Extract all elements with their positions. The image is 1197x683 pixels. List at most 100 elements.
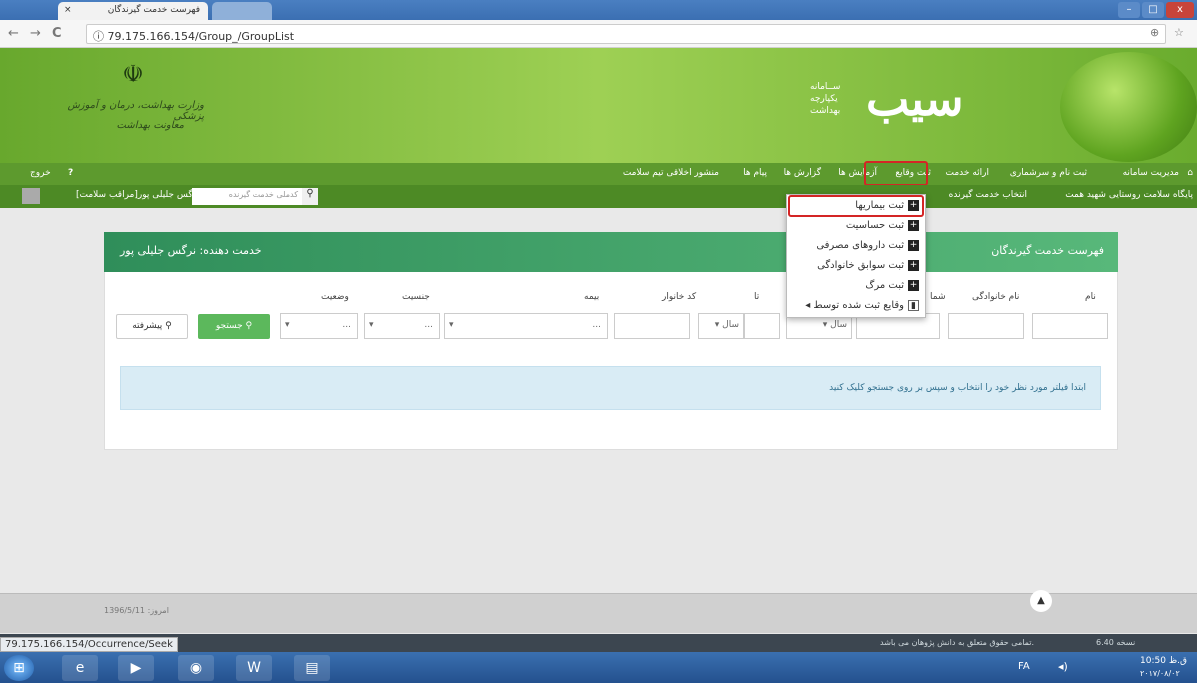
label-name: نام — [1085, 292, 1096, 302]
main-menu: ⌂ مدیریت سامانه ثبت نام و سرشماری ارائه … — [0, 163, 1197, 185]
dropdown-item-medications[interactable]: + ثبت داروهای مصرفی — [816, 237, 919, 255]
info-text: ابتدا فیلتر مورد نظر خود را انتخاب و سپس… — [829, 383, 1086, 393]
advanced-button[interactable]: پیشرفته ⚲ — [116, 314, 188, 339]
events-menu-highlight — [864, 161, 928, 186]
explorer-icon[interactable]: ▤ — [294, 655, 330, 681]
select-client-link[interactable]: انتخاب خدمت گیرنده — [949, 190, 1027, 200]
dropdown-item-death[interactable]: + ثبت مرگ — [865, 277, 919, 295]
browser-titlebar: × فهرست خدمت گیرندگان – □ x — [0, 0, 1197, 20]
bookmark-star-icon[interactable]: ☆ — [1174, 26, 1184, 39]
exit-link[interactable]: خروج — [30, 168, 51, 178]
gender-ellipsis: ... — [424, 320, 433, 330]
plus-icon: + — [908, 259, 919, 271]
ie-icon[interactable]: e — [62, 655, 98, 681]
family-code-input[interactable] — [614, 313, 690, 339]
close-window-button[interactable]: x — [1166, 2, 1194, 18]
advanced-button-label: پیشرفته — [132, 321, 163, 331]
search-placeholder: کدملی خدمت گیرنده — [228, 190, 298, 199]
brand-text: سیب — [866, 72, 964, 126]
forward-button[interactable]: → — [30, 26, 41, 41]
ministry-line1: وزارت بهداشت، درمان و آموزش پزشکی — [67, 100, 204, 122]
provider-select[interactable]: نرگس جلیلی پور[مراقب سلامت] — [76, 190, 200, 200]
dropdown-item-allergy[interactable]: + ثبت حساسیت — [846, 217, 919, 235]
family-input[interactable] — [948, 313, 1024, 339]
label-status: وضعیت — [321, 292, 349, 302]
menu-messages[interactable]: پیام ها — [743, 168, 767, 178]
volume-icon[interactable]: ◂) — [1058, 660, 1068, 673]
search-button-label: جستجو — [215, 321, 243, 331]
year-to-select[interactable]: سال ▾ — [698, 313, 744, 339]
url-text: 79.175.166.154/Group_/GroupList — [107, 30, 295, 43]
name-input[interactable] — [1032, 313, 1108, 339]
zoom-icon[interactable]: ⊕ — [1150, 26, 1159, 39]
maximize-button[interactable]: □ — [1142, 2, 1164, 18]
dropdown-label: ثبت حساسیت — [845, 220, 904, 231]
dropdown-label: ثبت سوابق خانوادگی — [817, 260, 904, 271]
label-family-code: کد خانوار — [662, 292, 697, 302]
search-button[interactable]: جستجو ⚲ — [198, 314, 270, 339]
insurance-select[interactable]: ▾ ... — [444, 313, 608, 339]
plus-icon: + — [908, 239, 919, 251]
ministry-line2: معاونت بهداشت — [116, 120, 184, 131]
system-line2: یکپارچه — [810, 94, 838, 104]
label-to: تا — [754, 292, 760, 302]
label-national: شما — [930, 292, 946, 302]
media-player-icon[interactable]: ▶ — [118, 655, 154, 681]
home-icon[interactable]: ⌂ — [1187, 168, 1193, 178]
bar-chart-icon: ▮ — [908, 299, 919, 311]
year-to-text: سال — [722, 320, 739, 330]
user-avatar[interactable] — [22, 188, 40, 204]
browser-tab[interactable]: × فهرست خدمت گیرندگان — [58, 2, 208, 20]
info-icon[interactable]: ⓘ — [93, 30, 104, 43]
minimize-button[interactable]: – — [1118, 2, 1140, 18]
provider-label: خدمت دهنده: نرگس جلیلی پور — [120, 244, 262, 257]
version-text: نسخه 6.40 — [1096, 638, 1136, 647]
panel-title: فهرست خدمت گیرندگان — [991, 244, 1104, 257]
plus-icon: + — [908, 279, 919, 291]
diseases-item-highlight — [788, 195, 924, 217]
chrome-icon[interactable]: ◉ — [178, 655, 214, 681]
status-select[interactable]: ▾ ... — [280, 313, 358, 339]
menu-admin[interactable]: مدیریت سامانه — [1123, 168, 1179, 178]
today-date: امروز: 1396/5/11 — [104, 606, 169, 615]
menu-reports[interactable]: گزارش ها — [784, 168, 821, 178]
language-indicator[interactable]: FA — [1018, 661, 1030, 672]
tab-close-icon[interactable]: × — [64, 5, 72, 15]
copyright-text: تمامی حقوق متعلق به دانش پژوهان می باشد. — [880, 638, 1035, 647]
clock-time[interactable]: 10:50 ق.ظ — [1140, 656, 1187, 666]
insurance-ellipsis: ... — [592, 320, 601, 330]
client-search-input[interactable]: کدملی خدمت گیرنده — [192, 188, 302, 205]
reload-button[interactable]: C — [52, 26, 62, 41]
status-url: 79.175.166.154/Occurrence/Seek — [0, 637, 178, 652]
tab-title: فهرست خدمت گیرندگان — [107, 5, 200, 15]
info-alert: ابتدا فیلتر مورد نظر خود را انتخاب و سپس… — [120, 366, 1101, 410]
start-button[interactable]: ⊞ — [4, 655, 34, 681]
dropdown-item-family-history[interactable]: + ثبت سوابق خانوادگی — [817, 257, 919, 275]
status-ellipsis: ... — [342, 320, 351, 330]
gender-select[interactable]: ▾ ... — [364, 313, 440, 339]
help-icon[interactable]: ? — [68, 168, 73, 178]
dropdown-item-registered-events[interactable]: ▮وقایع ثبت شده توسط ◂ — [805, 297, 919, 315]
label-insurance: بیمه — [584, 292, 600, 302]
menu-service[interactable]: ارائه خدمت — [946, 168, 989, 178]
dropdown-label: ثبت مرگ — [865, 280, 904, 291]
panel-header: فهرست خدمت گیرندگان خدمت دهنده: نرگس جلی… — [104, 232, 1118, 272]
back-button[interactable]: ← — [8, 26, 19, 41]
apple-image — [1060, 52, 1197, 162]
month-from-input[interactable] — [744, 313, 780, 339]
scroll-top-button[interactable]: ▲ — [1030, 590, 1052, 612]
new-tab[interactable] — [212, 2, 272, 20]
ministry-logo: وزارت بهداشت، درمان و آموزش پزشکی معاونت… — [54, 80, 204, 154]
page-footer: امروز: 1396/5/11 ▲ — [0, 590, 1197, 633]
year-from-text: سال — [830, 320, 847, 330]
facility-select[interactable]: پایگاه سلامت روستایی شهید همت — [1065, 190, 1193, 200]
search-icon[interactable]: ⚲ — [302, 188, 318, 205]
clock-date[interactable]: ۲۰۱۷/۰۸/۰۲ — [1140, 669, 1180, 678]
system-line3: بهداشت — [810, 106, 841, 116]
menu-registration[interactable]: ثبت نام و سرشماری — [1010, 168, 1087, 178]
word-icon[interactable]: W — [236, 655, 272, 681]
page-statusbar: نسخه 6.40 تمامی حقوق متعلق به دانش پژوها… — [0, 634, 1197, 652]
sib-brand-logo: ســامانه یکپارچه بهداشت سیب — [810, 60, 970, 150]
address-bar[interactable]: ⓘ 79.175.166.154/Group_/GroupList — [86, 24, 1166, 44]
menu-charter[interactable]: منشور اخلاقی تیم سلامت — [623, 168, 719, 178]
